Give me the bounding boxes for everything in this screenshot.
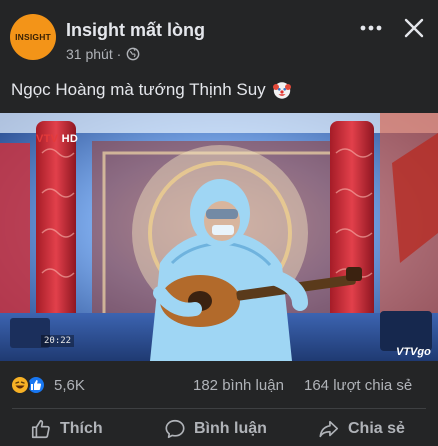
like-label: Thích: [60, 420, 103, 437]
post-meta: 31 phút ·: [66, 46, 140, 62]
avatar-logo-text: INSIGHT: [15, 32, 51, 42]
action-bar: Thích Bình luận Chia sẻ: [0, 410, 438, 446]
video-timecode: 20:22: [41, 335, 75, 347]
share-label: Chia sẻ: [348, 420, 405, 437]
page-avatar[interactable]: INSIGHT: [10, 14, 56, 60]
comment-button[interactable]: Bình luận: [164, 418, 267, 440]
video-player[interactable]: VTV HD 20:22 VTVgo: [0, 113, 438, 361]
share-button[interactable]: Chia sẻ: [318, 418, 405, 440]
haha-icon: [10, 375, 30, 395]
page-name[interactable]: Insight mất lòng: [66, 20, 205, 41]
more-options-button[interactable]: [356, 14, 386, 42]
divider: [12, 408, 426, 409]
globe-icon: [126, 47, 140, 61]
post-caption: Ngọc Hoàng mà tướng Thịnh Suy: [11, 80, 292, 100]
channel-logo-prefix: VTV: [36, 133, 59, 145]
clown-face-icon: [272, 82, 291, 99]
comments-count[interactable]: 182 bình luận: [193, 377, 284, 394]
vtvgo-watermark: VTVgo: [396, 346, 431, 358]
video-frame-illustration: [0, 113, 438, 361]
reaction-count: 5,6K: [54, 376, 85, 394]
reaction-summary[interactable]: 5,6K: [10, 375, 85, 395]
share-arrow-icon: [319, 420, 339, 438]
channel-logo-suffix: HD: [61, 133, 79, 145]
post-header: INSIGHT Insight mất lòng 31 phút ·: [0, 0, 438, 72]
post-time[interactable]: 31 phút ·: [66, 46, 121, 62]
shares-count[interactable]: 164 lượt chia sẻ: [304, 377, 412, 394]
close-icon: [404, 18, 424, 38]
close-button[interactable]: [398, 12, 430, 44]
comment-label: Bình luận: [194, 420, 267, 437]
like-button[interactable]: Thích: [30, 418, 103, 440]
more-dots-icon: [360, 25, 382, 31]
post-stats: 5,6K 182 bình luận 164 lượt chia sẻ: [0, 364, 438, 406]
thumbs-up-icon: [31, 419, 50, 439]
channel-logo: VTV HD: [36, 133, 78, 145]
comment-bubble-icon: [165, 419, 185, 439]
caption-text: Ngọc Hoàng mà tướng Thịnh Suy: [11, 80, 266, 99]
